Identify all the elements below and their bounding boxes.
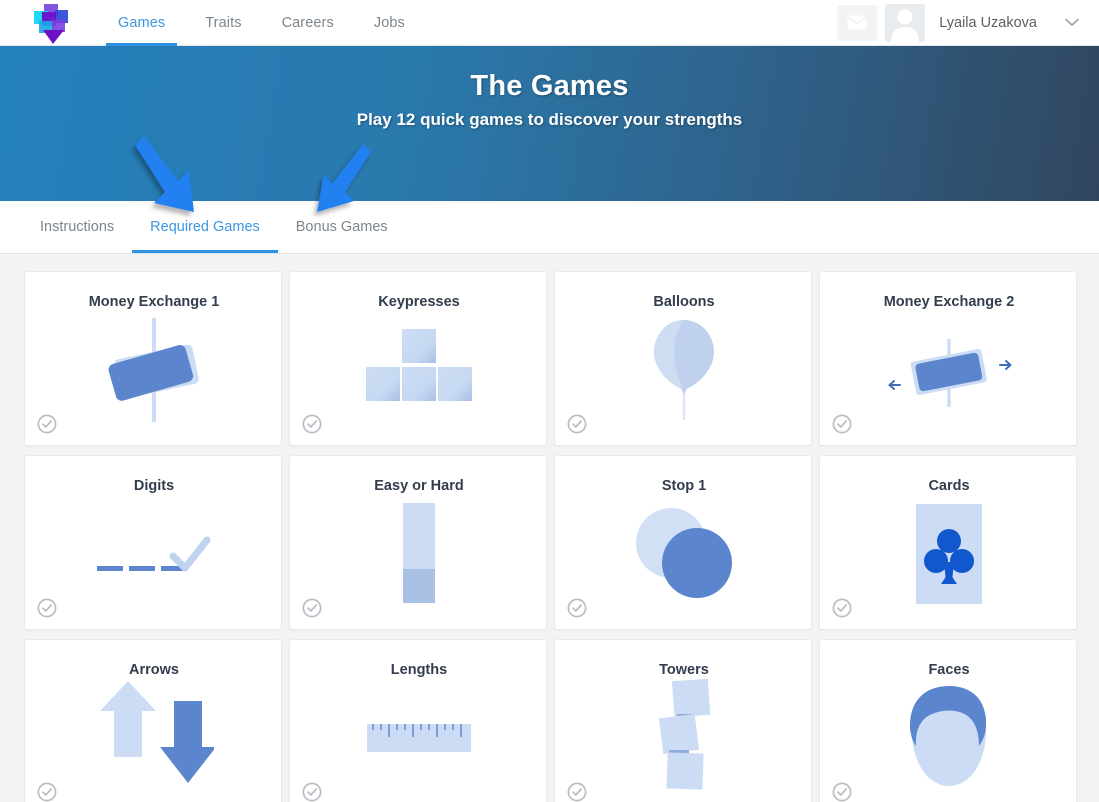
game-status-icon xyxy=(567,598,587,618)
game-art-money-exchange-1 xyxy=(25,306,283,434)
games-grid: Money Exchange 1 Keypresses Balloons Mon… xyxy=(0,254,1099,802)
status-check-icon xyxy=(302,598,322,618)
game-art-faces xyxy=(820,674,1078,802)
game-card-easy-or-hard[interactable]: Easy or Hard xyxy=(289,455,547,630)
nav-link-games[interactable]: Games xyxy=(98,0,185,46)
account-menu-button[interactable] xyxy=(1065,18,1079,27)
playing-card-club-icon xyxy=(916,504,982,604)
user-avatar-icon xyxy=(891,9,920,42)
tab-instructions-label: Instructions xyxy=(40,219,115,235)
game-status-icon xyxy=(302,414,322,434)
page-title: The Games xyxy=(470,70,629,102)
game-status-icon xyxy=(567,414,587,434)
status-check-icon xyxy=(832,414,852,434)
game-card-money-exchange-2[interactable]: Money Exchange 2 xyxy=(819,271,1077,446)
chevron-down-icon xyxy=(1065,18,1079,27)
game-card-lengths[interactable]: Lengths xyxy=(289,639,547,802)
page-subtitle: Play 12 quick games to discover your str… xyxy=(356,110,743,129)
money-exchange-2-icon xyxy=(888,339,1011,407)
tab-required-games-label: Required Games xyxy=(150,219,260,235)
game-art-digits xyxy=(25,490,283,618)
game-art-cards xyxy=(820,490,1078,618)
primary-nav-links: Games Traits Careers Jobs xyxy=(98,0,425,46)
tab-bar: Instructions Required Games Bonus Games xyxy=(0,201,1099,254)
nav-right-cluster: Lyaila Uzakova xyxy=(837,0,1099,46)
game-art-lengths xyxy=(290,674,548,802)
game-card-arrows[interactable]: Arrows xyxy=(24,639,282,802)
status-check-icon xyxy=(567,414,587,434)
game-card-money-exchange-1[interactable]: Money Exchange 1 xyxy=(24,271,282,446)
envelope-icon xyxy=(847,15,868,30)
status-check-icon xyxy=(302,414,322,434)
nav-link-careers-label: Careers xyxy=(281,14,334,31)
game-status-icon xyxy=(832,598,852,618)
balloon-icon xyxy=(654,320,714,420)
status-check-icon xyxy=(302,782,322,802)
up-down-arrows-icon xyxy=(100,681,214,783)
keypresses-icon xyxy=(366,329,472,401)
stacked-blocks-icon xyxy=(658,678,711,790)
game-art-keypresses xyxy=(290,306,548,434)
nav-link-careers[interactable]: Careers xyxy=(262,0,354,46)
game-card-digits[interactable]: Digits xyxy=(24,455,282,630)
status-check-icon xyxy=(832,598,852,618)
game-status-icon xyxy=(832,414,852,434)
game-art-towers xyxy=(555,674,813,802)
brand-logo[interactable] xyxy=(26,0,82,46)
status-check-icon xyxy=(567,598,587,618)
status-check-icon xyxy=(37,782,57,802)
user-name-label: Lyaila Uzakova xyxy=(939,14,1037,31)
money-exchange-1-icon xyxy=(108,318,199,422)
page-banner: The Games Play 12 quick games to discove… xyxy=(0,46,1099,201)
nav-link-jobs-label: Jobs xyxy=(373,14,405,31)
game-status-icon xyxy=(37,598,57,618)
game-card-faces[interactable]: Faces xyxy=(819,639,1077,802)
game-art-money-exchange-2 xyxy=(820,306,1078,434)
game-card-towers[interactable]: Towers xyxy=(554,639,812,802)
messages-button[interactable] xyxy=(837,4,878,41)
ruler-icon xyxy=(367,724,471,752)
game-card-balloons[interactable]: Balloons xyxy=(554,271,812,446)
avatar[interactable] xyxy=(885,3,926,42)
game-status-icon xyxy=(302,598,322,618)
tab-bonus-games[interactable]: Bonus Games xyxy=(278,201,406,253)
bar-meter-icon xyxy=(403,503,435,603)
nav-link-jobs[interactable]: Jobs xyxy=(354,0,425,46)
games-content-area: Money Exchange 1 Keypresses Balloons Mon… xyxy=(0,254,1099,802)
game-card-cards[interactable]: Cards xyxy=(819,455,1077,630)
tab-bonus-games-label: Bonus Games xyxy=(295,219,388,235)
nav-link-traits-label: Traits xyxy=(205,14,242,31)
game-status-icon xyxy=(832,782,852,802)
game-art-easy-or-hard xyxy=(290,490,548,618)
game-status-icon xyxy=(37,414,57,434)
status-check-icon xyxy=(567,782,587,802)
game-art-arrows xyxy=(25,674,283,802)
tab-instructions[interactable]: Instructions xyxy=(22,201,132,253)
status-check-icon xyxy=(37,414,57,434)
face-icon xyxy=(909,686,987,786)
status-check-icon xyxy=(832,782,852,802)
game-art-balloons xyxy=(555,306,813,434)
nav-link-games-label: Games xyxy=(118,14,166,31)
two-circles-icon xyxy=(636,508,732,598)
tab-required-games[interactable]: Required Games xyxy=(132,201,278,253)
game-status-icon xyxy=(567,782,587,802)
brain-logo-icon xyxy=(34,3,68,44)
game-card-keypresses[interactable]: Keypresses xyxy=(289,271,547,446)
game-art-stop-1 xyxy=(555,490,813,618)
digits-icon xyxy=(97,536,211,572)
game-status-icon xyxy=(37,782,57,802)
nav-link-traits[interactable]: Traits xyxy=(185,0,261,46)
top-navigation-bar: Games Traits Careers Jobs Lyaila Uzakova xyxy=(0,0,1099,46)
game-status-icon xyxy=(302,782,322,802)
status-check-icon xyxy=(37,598,57,618)
game-card-stop-1[interactable]: Stop 1 xyxy=(554,455,812,630)
